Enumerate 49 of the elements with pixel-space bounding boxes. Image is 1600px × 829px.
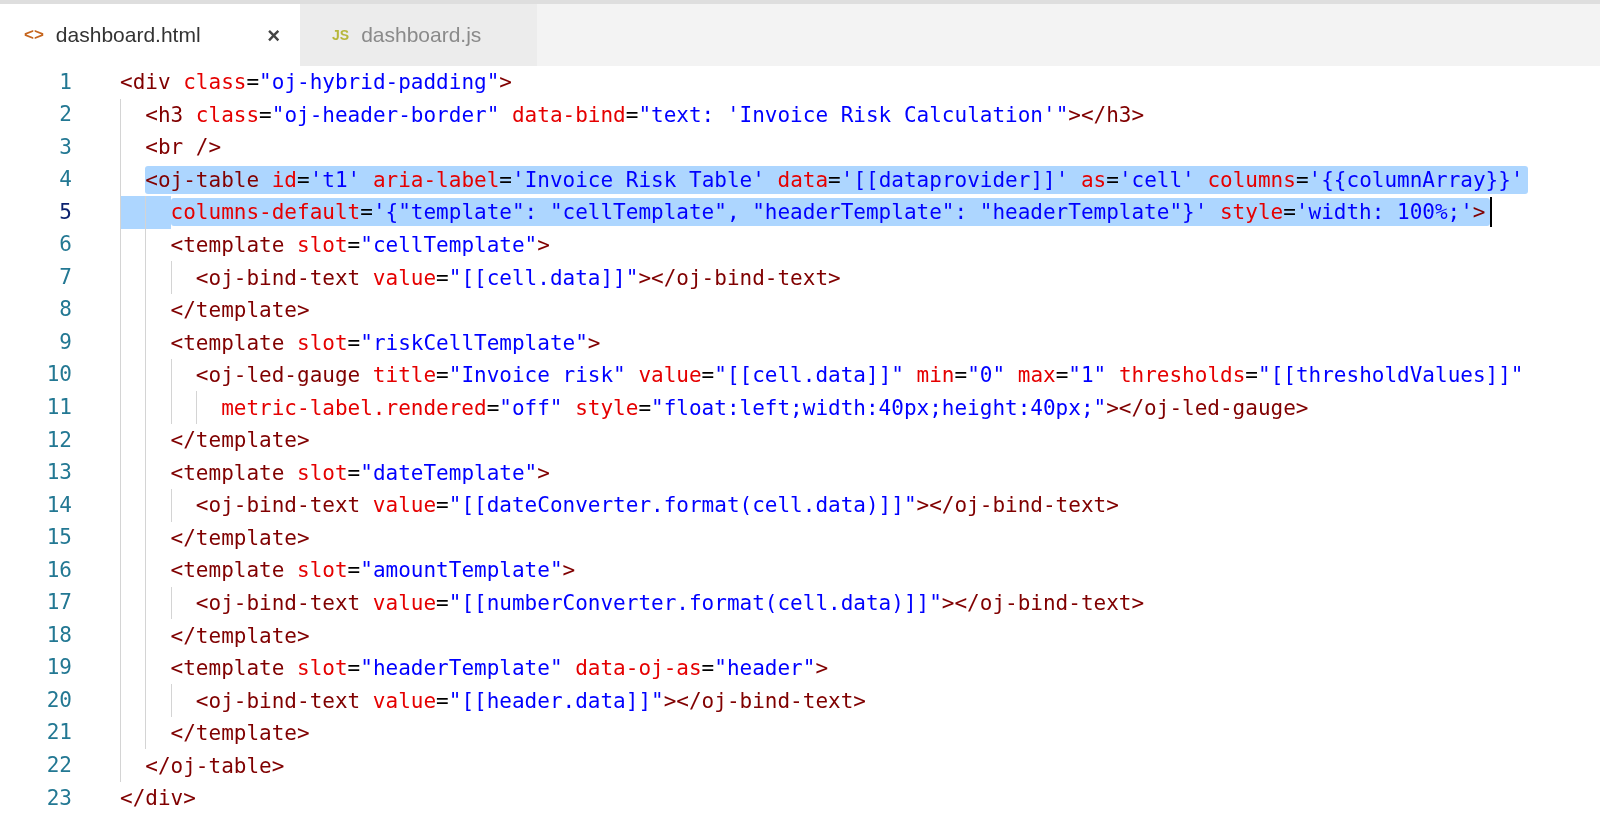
code-line: metric-label.rendered="off" style="float:left;width:40px;height:40px;"></oj-led-gauge> xyxy=(221,394,1309,422)
code-line: </template> xyxy=(170,720,310,748)
code-line: <oj-bind-text value="[[dateConverter.format(cell.data)]]"></oj-bind-text> xyxy=(195,492,1119,520)
code-line: <template slot="amountTemplate"> xyxy=(170,557,576,585)
line-number: 10 xyxy=(45,361,72,389)
text-cursor xyxy=(1489,197,1492,228)
line-number: 5 xyxy=(58,198,72,226)
line-number: 4 xyxy=(58,166,72,194)
line-number: 18 xyxy=(45,621,72,649)
line-number: 12 xyxy=(45,426,72,454)
line-number: 9 xyxy=(58,328,72,356)
code-line: </template> xyxy=(170,524,310,552)
js-icon: JS xyxy=(332,24,350,46)
code-line: </div> xyxy=(120,785,196,813)
code-line: <oj-bind-text value="[[header.data]]"></oj-bind-text> xyxy=(195,687,866,715)
line-number: 8 xyxy=(58,296,72,324)
close-icon[interactable]: × xyxy=(267,18,280,52)
line-number: 3 xyxy=(58,133,72,161)
line-number: 14 xyxy=(45,491,72,519)
line-number: 17 xyxy=(45,589,72,617)
code-line: <template slot="dateTemplate"> xyxy=(170,459,550,487)
code-line: <oj-bind-text value="[[cell.data]]"></oj-bind-text> xyxy=(195,264,841,292)
code-line: <br /> xyxy=(145,134,222,162)
code-line: <h3 class="oj-header-border" data-bind="text: 'Invoice Risk Calculation'"></h3> xyxy=(145,101,1145,129)
code-line: </template> xyxy=(170,622,310,650)
code-line: </oj-table> xyxy=(145,752,285,780)
line-number: 21 xyxy=(45,719,72,747)
code-line: </template> xyxy=(170,427,310,455)
code-line: </template> xyxy=(170,297,310,325)
line-number: 6 xyxy=(58,231,72,259)
line-number: 19 xyxy=(45,654,72,682)
code-line: <template slot="riskCellTemplate"> xyxy=(170,329,601,357)
line-number: 13 xyxy=(45,459,72,487)
code-line: <oj-bind-text value="[[numberConverter.format(cell.data)]]"></oj-bind-text> xyxy=(195,590,1145,617)
code-icon: <> xyxy=(24,22,44,48)
line-number: 16 xyxy=(45,556,72,584)
code-line: <oj-led-gauge title="Invoice risk" value="[[cell.data]]" min="0" max="1" thresholds="[[thresholdValues]]" xyxy=(195,362,1524,390)
line-number: 11 xyxy=(45,394,72,421)
line-number: 15 xyxy=(45,524,72,552)
line-number: 1 xyxy=(58,68,72,96)
file-tab[interactable]: <> dashboard.html × xyxy=(0,4,300,66)
line-number: 2 xyxy=(58,101,72,129)
code-line: <template slot="cellTemplate"> xyxy=(170,232,550,259)
code-line: <template slot="headerTemplate" data-oj-as="header"> xyxy=(170,655,829,683)
line-number: 20 xyxy=(45,686,72,714)
line-number: 22 xyxy=(45,752,72,779)
code-line: <div class="oj-hybrid-padding"> xyxy=(120,69,512,97)
line-number: 23 xyxy=(45,784,72,812)
line-number: 7 xyxy=(58,263,72,291)
